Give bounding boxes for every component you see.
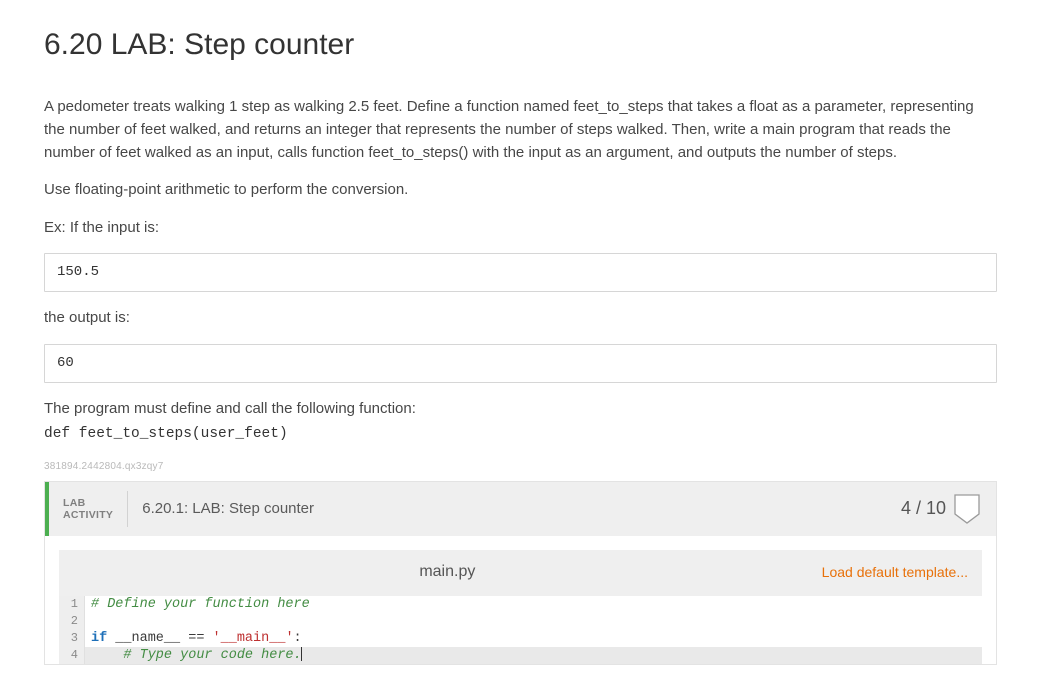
gutter-line-number: 3 xyxy=(59,630,85,647)
code-line-4: # Type your code here. xyxy=(85,647,302,664)
lab-body: main.py Load default template... 1 # Def… xyxy=(45,536,996,664)
shield-icon xyxy=(954,494,980,524)
lab-badge-line1: LAB xyxy=(63,497,113,509)
code-line-1: # Define your function here xyxy=(85,596,310,613)
code-line-2 xyxy=(85,613,91,630)
example-if-label: Ex: If the input is: xyxy=(44,216,997,239)
file-bar: main.py Load default template... xyxy=(59,550,982,596)
must-define-label: The program must define and call the fol… xyxy=(44,397,997,420)
gutter-line-number: 2 xyxy=(59,613,85,630)
float-note: Use floating-point arithmetic to perform… xyxy=(44,178,997,201)
code-editor[interactable]: 1 # Define your function here 2 3 if __n… xyxy=(59,596,982,664)
code-line-3: if __name__ == '__main__': xyxy=(85,630,302,647)
lab-badge-line2: ACTIVITY xyxy=(63,509,113,521)
lab-activity-card: LAB ACTIVITY 6.20.1: LAB: Step counter 4… xyxy=(44,481,997,665)
gutter-line-number: 4 xyxy=(59,647,85,664)
file-name: main.py xyxy=(73,560,822,585)
text-cursor xyxy=(301,647,302,661)
input-example-block: 150.5 xyxy=(44,253,997,293)
lab-title: 6.20.1: LAB: Step counter xyxy=(128,497,901,520)
lab-score: 4 / 10 xyxy=(901,495,946,523)
activity-id: 381894.2442804.qx3zqy7 xyxy=(44,459,997,475)
output-example-block: 60 xyxy=(44,344,997,384)
lab-badge: LAB ACTIVITY xyxy=(49,491,128,527)
load-default-template-link[interactable]: Load default template... xyxy=(822,562,968,584)
gutter-line-number: 1 xyxy=(59,596,85,613)
intro-paragraph: A pedometer treats walking 1 step as wal… xyxy=(44,95,997,165)
lab-header: LAB ACTIVITY 6.20.1: LAB: Step counter 4… xyxy=(45,482,996,536)
page-title: 6.20 LAB: Step counter xyxy=(44,22,997,69)
output-is-label: the output is: xyxy=(44,306,997,329)
function-definition: def feet_to_steps(user_feet) xyxy=(44,423,997,445)
